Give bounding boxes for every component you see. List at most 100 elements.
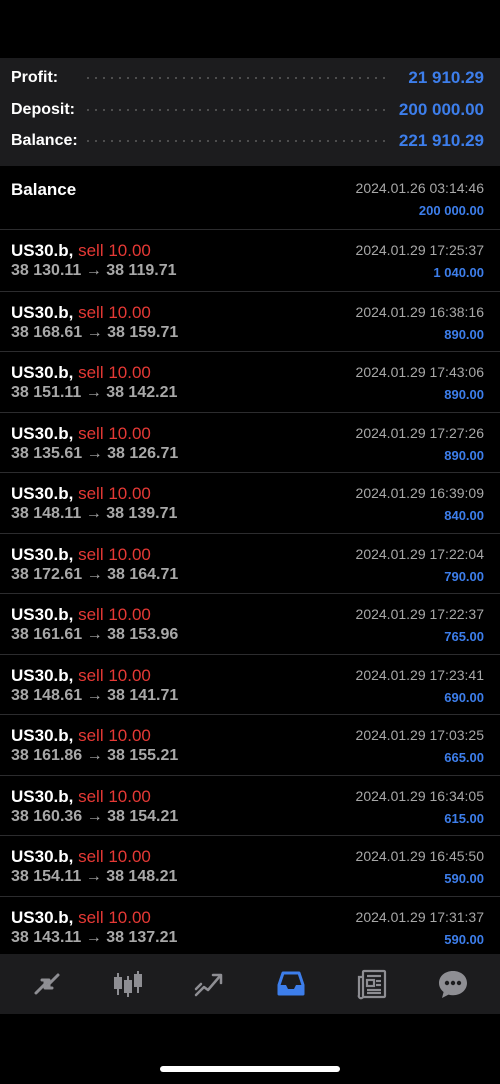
- deal-time: 2024.01.29 17:25:37: [355, 242, 484, 258]
- deal-time: 2024.01.29 17:31:37: [355, 908, 484, 925]
- deal-row[interactable]: US30.b, sell 10.00 38 135.61 → 38 126.71 2…: [0, 411, 500, 473]
- deal-row[interactable]: US30.b, sell 10.00 38 148.11 → 38 139.71 2…: [0, 472, 500, 533]
- deal-profit: 665.00: [444, 750, 484, 765]
- tab-history[interactable]: [261, 959, 321, 1009]
- deal-time: 2024.01.29 17:22:37: [355, 606, 484, 622]
- deal-profit: 590.00: [444, 931, 484, 947]
- deal-profit: 765.00: [444, 629, 484, 644]
- deal-side: sell 10.00: [78, 847, 151, 866]
- deal-title: US30.b, sell 10.00: [11, 787, 151, 807]
- summary-panel: Profit: 21 910.29 Deposit: 200 000.00 Ba…: [0, 58, 500, 166]
- deal-symbol: US30.b,: [11, 484, 74, 503]
- home-indicator[interactable]: [160, 1066, 340, 1072]
- deal-profit: 615.00: [444, 810, 484, 826]
- bottom-tab-bar: [0, 954, 500, 1014]
- deals-list: Balance 2024.01.26 03:14:46 200 000.00 U…: [0, 168, 500, 956]
- deal-side: sell 10.00: [78, 363, 151, 382]
- deal-prices: 38 161.61 → 38 153.96: [11, 626, 179, 643]
- deal-prices: 38 143.11 → 38 137.21: [11, 928, 178, 946]
- deal-row[interactable]: US30.b, sell 10.00 38 143.11 → 38 137.21 2…: [0, 895, 500, 957]
- deal-time: 2024.01.29 17:23:41: [355, 666, 484, 683]
- deal-title: US30.b, sell 10.00: [11, 241, 151, 261]
- balance-entry-title: Balance: [11, 180, 77, 199]
- dotted-leader: [84, 77, 385, 79]
- deal-time: 2024.01.29 17:27:26: [355, 424, 484, 441]
- deal-side: sell 10.00: [78, 726, 151, 745]
- deal-title: US30.b, sell 10.00: [11, 484, 151, 504]
- deal-title: US30.b, sell 10.00: [11, 908, 151, 928]
- tab-quotes[interactable]: [17, 959, 77, 1009]
- deal-side: sell 10.00: [78, 665, 151, 685]
- deal-title: US30.b, sell 10.00: [11, 424, 151, 444]
- profit-value: 21 910.29: [408, 68, 484, 87]
- deal-prices: 38 160.36 → 38 154.21: [11, 807, 179, 825]
- deal-symbol: US30.b,: [11, 847, 74, 866]
- deal-side: sell 10.00: [78, 241, 151, 260]
- deal-symbol: US30.b,: [11, 726, 74, 745]
- deal-profit: 840.00: [444, 508, 484, 523]
- deal-symbol: US30.b,: [11, 241, 74, 260]
- deal-row[interactable]: US30.b, sell 10.00 38 151.11 → 38 142.21 2…: [0, 351, 500, 412]
- deal-row[interactable]: US30.b, sell 10.00 38 154.11 → 38 148.21 2…: [0, 835, 500, 896]
- deal-time: 2024.01.29 17:22:04: [355, 545, 484, 562]
- deposit-value: 200 000.00: [398, 100, 484, 119]
- deal-row[interactable]: US30.b, sell 10.00 38 160.36 → 38 154.21 2…: [0, 774, 500, 836]
- deposit-row: Deposit: 200 000.00: [0, 94, 500, 126]
- balance-entry[interactable]: Balance 2024.01.26 03:14:46 200 000.00: [0, 168, 500, 230]
- tab-chart[interactable]: [98, 959, 158, 1009]
- tab-messages[interactable]: [423, 959, 483, 1009]
- deal-title: US30.b, sell 10.00: [11, 605, 151, 625]
- dotted-leader: [84, 109, 385, 111]
- deal-side: sell 10.00: [78, 786, 151, 806]
- deal-side: sell 10.00: [78, 302, 151, 322]
- deal-time: 2024.01.29 16:39:09: [355, 485, 484, 501]
- deal-side: sell 10.00: [78, 544, 151, 564]
- history-inbox-icon: [277, 971, 305, 996]
- deal-prices: 38 168.61 → 38 159.71: [11, 323, 179, 341]
- deal-symbol: US30.b,: [11, 665, 74, 685]
- deal-time: 2024.01.29 16:34:05: [355, 787, 484, 804]
- deal-side: sell 10.00: [78, 907, 151, 927]
- deal-symbol: US30.b,: [11, 302, 74, 322]
- deal-time: 2024.01.29 17:43:06: [355, 364, 484, 380]
- deal-profit: 790.00: [444, 568, 484, 584]
- messages-icon: [439, 971, 468, 998]
- deal-row[interactable]: US30.b, sell 10.00 38 148.61 → 38 141.71 2…: [0, 653, 500, 715]
- deal-title: US30.b, sell 10.00: [11, 666, 151, 686]
- deal-time: 2024.01.29 16:38:16: [355, 303, 484, 320]
- deal-prices: 38 151.11 → 38 142.21: [11, 384, 178, 401]
- profit-label: Profit:: [11, 69, 59, 86]
- deal-row[interactable]: US30.b, sell 10.00 38 168.61 → 38 159.71 2…: [0, 290, 500, 352]
- deal-symbol: US30.b,: [11, 363, 74, 382]
- deal-profit: 890.00: [444, 447, 484, 463]
- deal-prices: 38 148.11 → 38 139.71: [11, 505, 178, 522]
- deal-profit: 1 040.00: [433, 265, 484, 280]
- balance-value: 221 910.29: [398, 131, 484, 150]
- deal-title: US30.b, sell 10.00: [11, 545, 151, 565]
- deal-profit: 890.00: [444, 387, 484, 402]
- deal-prices: 38 161.86 → 38 155.21: [11, 747, 179, 764]
- deal-row[interactable]: US30.b, sell 10.00 38 161.61 → 38 153.96 2…: [0, 593, 500, 654]
- tab-news[interactable]: [342, 959, 402, 1009]
- deal-prices: 38 135.61 → 38 126.71: [11, 444, 179, 462]
- deal-side: sell 10.00: [78, 484, 151, 503]
- deal-row[interactable]: US30.b, sell 10.00 38 161.86 → 38 155.21 2…: [0, 714, 500, 775]
- deal-row[interactable]: US30.b, sell 10.00 38 172.61 → 38 164.71 2…: [0, 532, 500, 594]
- deal-row[interactable]: US30.b, sell 10.00 38 130.11 → 38 119.71 2…: [0, 230, 500, 291]
- balance-label: Balance:: [11, 132, 78, 149]
- deal-symbol: US30.b,: [11, 544, 74, 564]
- balance-entry-amount: 200 000.00: [418, 203, 484, 218]
- deal-title: US30.b, sell 10.00: [11, 726, 151, 746]
- deal-prices: 38 130.11 → 38 119.71: [11, 262, 177, 279]
- deal-side: sell 10.00: [78, 605, 151, 624]
- deal-title: US30.b, sell 10.00: [11, 363, 151, 383]
- deal-prices: 38 148.61 → 38 141.71: [11, 686, 179, 704]
- deal-time: 2024.01.29 17:03:25: [355, 727, 484, 743]
- deal-profit: 890.00: [444, 326, 484, 342]
- deal-profit: 590.00: [444, 871, 484, 886]
- deal-profit: 690.00: [444, 689, 484, 705]
- tab-trade[interactable]: [179, 959, 239, 1009]
- candlestick-chart-icon: [113, 971, 142, 997]
- deal-symbol: US30.b,: [11, 907, 74, 927]
- news-icon: [357, 969, 387, 1000]
